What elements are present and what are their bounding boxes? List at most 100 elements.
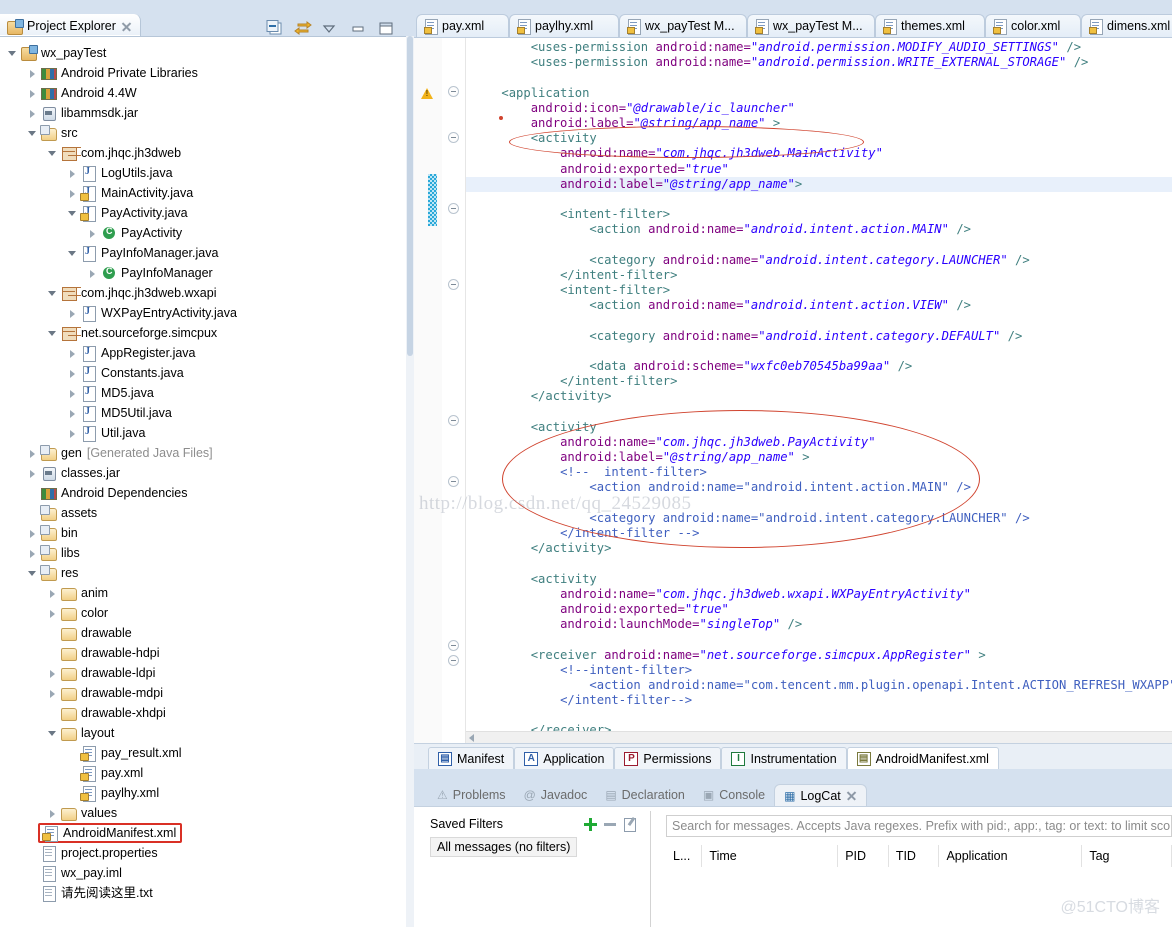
code-line[interactable] bbox=[466, 192, 1172, 207]
editor-tab[interactable]: wx_payTest M... bbox=[619, 14, 747, 37]
code-line[interactable]: android:exported="true" bbox=[466, 162, 1172, 177]
twisty-expanded-icon[interactable] bbox=[46, 147, 59, 160]
twisty-collapsed-icon[interactable] bbox=[26, 547, 39, 560]
twisty-collapsed-icon[interactable] bbox=[66, 427, 79, 440]
tree-item[interactable]: MD5.java bbox=[0, 383, 406, 403]
twisty-expanded-icon[interactable] bbox=[66, 207, 79, 220]
collapse-all-icon[interactable] bbox=[266, 20, 284, 36]
code-line[interactable]: <category android:name="android.intent.c… bbox=[466, 329, 1172, 344]
code-line[interactable]: </intent-filter--> bbox=[466, 693, 1172, 708]
editor-folding-gutter[interactable] bbox=[442, 38, 466, 743]
code-line[interactable]: </intent-filter --> bbox=[466, 526, 1172, 541]
twisty-expanded-icon[interactable] bbox=[26, 567, 39, 580]
twisty-collapsed-icon[interactable] bbox=[46, 607, 59, 620]
twisty-collapsed-icon[interactable] bbox=[66, 167, 79, 180]
tree-item[interactable]: Util.java bbox=[0, 423, 406, 443]
fold-toggle-icon[interactable] bbox=[448, 86, 459, 97]
tree-item-content[interactable]: pay.xml bbox=[80, 765, 143, 782]
tree-item[interactable]: 请先阅读这里.txt bbox=[0, 883, 406, 903]
scroll-left-icon[interactable] bbox=[469, 734, 474, 742]
tree-item[interactable]: drawable-ldpi bbox=[0, 663, 406, 683]
tree-item-content[interactable]: res bbox=[40, 565, 78, 581]
tree-item[interactable]: pay_result.xml bbox=[0, 743, 406, 763]
code-line[interactable]: <activity bbox=[466, 572, 1172, 587]
twisty-expanded-icon[interactable] bbox=[46, 287, 59, 300]
highlighted-tree-item[interactable]: AndroidManifest.xml bbox=[38, 823, 183, 843]
link-with-editor-icon[interactable] bbox=[294, 20, 312, 36]
tree-item-content[interactable]: PayActivity.java bbox=[80, 205, 188, 222]
tree-item[interactable]: src bbox=[0, 123, 406, 143]
tree-item-content[interactable]: anim bbox=[60, 585, 108, 601]
logcat-column-header[interactable]: TID bbox=[888, 845, 940, 867]
tree-item-content[interactable]: paylhy.xml bbox=[80, 785, 159, 802]
twisty-collapsed-icon[interactable] bbox=[46, 667, 59, 680]
manifest-page-tab[interactable]: A Application bbox=[514, 747, 615, 769]
tree-item-content[interactable]: com.jhqc.jh3dweb bbox=[60, 145, 181, 161]
tree-item[interactable]: Constants.java bbox=[0, 363, 406, 383]
code-line[interactable]: <activity bbox=[466, 131, 1172, 146]
tree-item-content[interactable]: PayActivity bbox=[100, 225, 182, 241]
twisty-collapsed-icon[interactable] bbox=[26, 527, 39, 540]
code-line[interactable] bbox=[466, 708, 1172, 723]
tree-item[interactable]: PayInfoManager bbox=[0, 263, 406, 283]
tree-item[interactable]: values bbox=[0, 803, 406, 823]
code-line[interactable]: android:label="@string/app_name" > bbox=[466, 450, 1172, 465]
code-line[interactable]: </intent-filter> bbox=[466, 268, 1172, 283]
logcat-column-header[interactable]: L... bbox=[666, 845, 703, 867]
tree-item-content[interactable]: values bbox=[60, 805, 117, 821]
editor-tab[interactable]: paylhy.xml bbox=[509, 14, 619, 37]
tree-item[interactable]: anim bbox=[0, 583, 406, 603]
tree-item-content[interactable]: src bbox=[40, 125, 78, 141]
code-line[interactable]: android:name="com.jhqc.jh3dweb.MainActiv… bbox=[466, 146, 1172, 161]
tree-item[interactable]: drawable-xhdpi bbox=[0, 703, 406, 723]
code-line[interactable]: <action android:name="android.intent.act… bbox=[466, 298, 1172, 313]
tree-item-content[interactable]: classes.jar bbox=[40, 465, 120, 481]
tree-item[interactable]: AndroidManifest.xml bbox=[0, 823, 406, 843]
edit-filter-icon[interactable] bbox=[622, 816, 638, 832]
tree-item-content[interactable]: 请先阅读这里.txt bbox=[40, 885, 153, 902]
tree-item-content[interactable]: assets bbox=[40, 505, 97, 521]
fold-toggle-icon[interactable] bbox=[448, 476, 459, 487]
tree-item-content[interactable]: drawable-ldpi bbox=[60, 665, 155, 681]
remove-filter-icon[interactable] bbox=[602, 816, 618, 832]
code-content[interactable]: <uses-permission android:name="android.p… bbox=[466, 38, 1172, 743]
logcat-column-header[interactable]: Tag bbox=[1082, 845, 1172, 867]
twisty-expanded-icon[interactable] bbox=[46, 727, 59, 740]
tree-item-content[interactable]: com.jhqc.jh3dweb.wxapi bbox=[60, 285, 217, 301]
twisty-collapsed-icon[interactable] bbox=[86, 267, 99, 280]
code-line[interactable]: <intent-filter> bbox=[466, 207, 1172, 222]
tree-item-content[interactable]: libammsdk.jar bbox=[40, 105, 138, 121]
bottom-view-tab[interactable]: ▣ Console bbox=[694, 784, 774, 806]
logcat-column-header[interactable]: PID bbox=[838, 845, 889, 867]
code-line[interactable]: <!--intent-filter> bbox=[466, 663, 1172, 678]
code-line[interactable]: <action android:name="android.intent.act… bbox=[466, 222, 1172, 237]
tree-item-content[interactable]: project.properties bbox=[40, 845, 158, 862]
tree-item[interactable]: color bbox=[0, 603, 406, 623]
tree-item[interactable]: AppRegister.java bbox=[0, 343, 406, 363]
logcat-column-header[interactable]: Application bbox=[939, 845, 1083, 867]
twisty-collapsed-icon[interactable] bbox=[26, 87, 39, 100]
code-line[interactable]: android:name="com.jhqc.jh3dweb.wxapi.WXP… bbox=[466, 587, 1172, 602]
tree-item[interactable]: MD5Util.java bbox=[0, 403, 406, 423]
tree-item[interactable]: drawable-mdpi bbox=[0, 683, 406, 703]
tree-item-content[interactable]: Android Dependencies bbox=[40, 485, 187, 501]
tree-item[interactable]: PayActivity bbox=[0, 223, 406, 243]
editor-hscrollbar[interactable] bbox=[466, 731, 1172, 743]
tree-item[interactable]: drawable bbox=[0, 623, 406, 643]
manifest-page-tab[interactable]: I Instrumentation bbox=[721, 747, 847, 769]
tree-item[interactable]: com.jhqc.jh3dweb bbox=[0, 143, 406, 163]
twisty-collapsed-icon[interactable] bbox=[26, 107, 39, 120]
tree-item[interactable]: libammsdk.jar bbox=[0, 103, 406, 123]
add-filter-icon[interactable] bbox=[582, 816, 598, 832]
logcat-column-header[interactable]: Time bbox=[702, 845, 839, 867]
code-line[interactable]: </intent-filter> bbox=[466, 374, 1172, 389]
fold-toggle-icon[interactable] bbox=[448, 640, 459, 651]
view-menu-icon[interactable] bbox=[322, 20, 340, 36]
tree-item-content[interactable]: Constants.java bbox=[80, 365, 184, 382]
twisty-collapsed-icon[interactable] bbox=[86, 227, 99, 240]
tree-item[interactable]: Android 4.4W bbox=[0, 83, 406, 103]
tree-item[interactable]: classes.jar bbox=[0, 463, 406, 483]
tree-item[interactable]: LogUtils.java bbox=[0, 163, 406, 183]
editor-tab[interactable]: wx_payTest M... bbox=[747, 14, 875, 37]
tree-item[interactable]: layout bbox=[0, 723, 406, 743]
